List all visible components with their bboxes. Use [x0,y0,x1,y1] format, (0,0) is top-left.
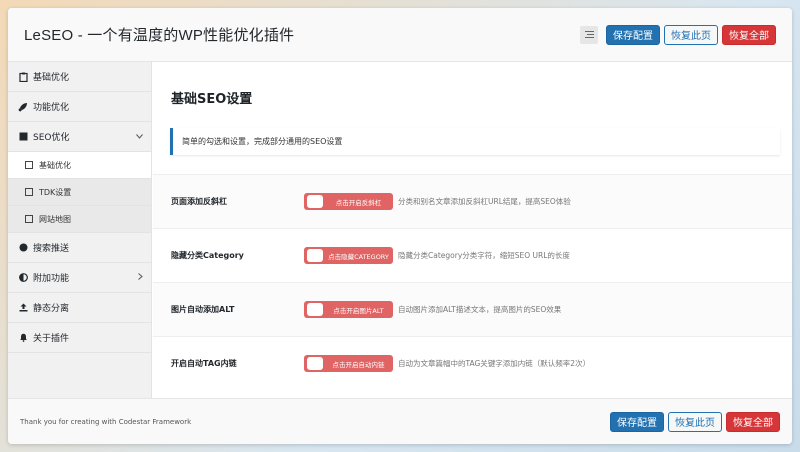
section-title: 基础SEO设置 [171,92,253,107]
sidebar-item-label: 关于插件 [33,334,70,344]
clipboard-icon [18,72,28,82]
sidebar-item-label: 基础优化 [33,73,70,83]
sidebar-item-features[interactable]: 功能优化 [8,92,151,122]
reset-page-button[interactable]: 恢复此页 [664,24,718,45]
settings-rows: 页面添加反斜杠 点击开启反斜杠 分类和别名文章添加反斜杠URL结尾，提高SEO体… [153,174,792,390]
settings-panel: LeSEO - 一个有温度的WP性能优化插件 保存配置 恢复此页 恢复全部 基础… [8,8,792,444]
list-icon [584,31,594,38]
setting-label: 开启自动TAG内链 [171,359,237,368]
setting-label: 页面添加反斜杠 [171,197,227,206]
setting-description: 自动为文章篇幅中的TAG关键字添加内链（默认频率2次） [398,359,591,368]
toggle-knob [307,249,323,262]
app-title: LeSEO - 一个有温度的WP性能优化插件 [24,27,295,44]
notice: 简单的勾选和设置，完成部分通用的SEO设置 [170,128,780,155]
setting-label: 隐藏分类Category [171,251,244,260]
checkbox-square-icon [25,188,33,196]
setting-row-image-alt: 图片自动添加ALT 点击开启图片ALT 自动图片添加ALT描述文本，提高图片的S… [153,282,792,336]
footer: Thank you for creating with Codestar Fra… [8,398,792,444]
sidebar-item-about[interactable]: 关于插件 [8,323,151,353]
sidebar-item-label: 静态分离 [33,304,70,314]
circle-icon [18,243,28,253]
setting-description: 自动图片添加ALT描述文本，提高图片的SEO效果 [398,305,562,314]
sidebar-subitem-sitemap[interactable]: 网站地图 [8,206,151,233]
bell-icon [18,333,28,343]
header-actions: 保存配置 恢复此页 恢复全部 [580,24,776,45]
sidebar-subitem-tdk[interactable]: TDK设置 [8,179,151,206]
setting-row-hide-category: 隐藏分类Category 点击隐藏CATEGORY 隐藏分类Category分类… [153,228,792,282]
sidebar-item-label: SEO优化 [33,133,70,143]
footer-reset-page-button[interactable]: 恢复此页 [668,411,722,432]
setting-label: 图片自动添加ALT [171,305,235,314]
sidebar-item-label: 功能优化 [33,103,70,113]
sidebar-subitem-basic-seo[interactable]: 基础优化 [8,152,151,179]
footer-save-button[interactable]: 保存配置 [610,411,664,432]
setting-description: 分类和别名文章添加反斜杠URL结尾，提高SEO体验 [398,197,571,206]
expand-all-button[interactable] [580,25,598,44]
toggle-text: 点击开启自动内链 [332,360,385,369]
half-circle-icon [18,273,28,283]
toggle-text: 点击开启图片ALT [333,306,384,315]
sidebar: 基础优化 功能优化 SEO优化 基础优化 TDK设置 网站地图 搜索推送 附加功… [8,62,152,398]
setting-row-trailing-slash: 页面添加反斜杠 点击开启反斜杠 分类和别名文章添加反斜杠URL结尾，提高SEO体… [153,174,792,228]
save-button[interactable]: 保存配置 [606,24,660,45]
upload-icon [18,303,28,313]
header: LeSEO - 一个有温度的WP性能优化插件 保存配置 恢复此页 恢复全部 [8,8,792,62]
hide-category-toggle[interactable]: 点击隐藏CATEGORY [304,247,393,264]
toggle-text: 点击隐藏CATEGORY [328,252,389,261]
chevron-down-icon [136,132,143,141]
sidebar-item-push[interactable]: 搜索推送 [8,233,151,263]
square-icon [18,132,28,142]
sidebar-item-static[interactable]: 静态分离 [8,293,151,323]
sidebar-item-label: 搜索推送 [33,244,70,254]
footer-actions: 保存配置 恢复此页 恢复全部 [610,411,780,432]
sidebar-subitem-label: 基础优化 [39,160,71,170]
toggle-knob [307,195,323,208]
checkbox-square-icon [25,215,33,223]
tag-links-toggle[interactable]: 点击开启自动内链 [304,355,393,372]
setting-description: 隐藏分类Category分类字符，缩短SEO URL的长度 [398,251,570,260]
sidebar-subitem-label: TDK设置 [39,187,72,197]
checkbox-square-icon [25,161,33,169]
main-content: 基础SEO设置 简单的勾选和设置，完成部分通用的SEO设置 页面添加反斜杠 点击… [153,62,792,398]
sidebar-item-basic[interactable]: 基础优化 [8,62,151,92]
sidebar-item-extras[interactable]: 附加功能 [8,263,151,293]
footer-reset-all-button[interactable]: 恢复全部 [726,411,780,432]
footer-credit: Thank you for creating with Codestar Fra… [20,417,192,426]
toggle-knob [307,357,323,370]
trailing-slash-toggle[interactable]: 点击开启反斜杠 [304,193,393,210]
sidebar-item-seo[interactable]: SEO优化 [8,122,151,152]
sidebar-subitem-label: 网站地图 [39,214,71,224]
chevron-right-icon [138,273,143,282]
sidebar-item-label: 附加功能 [33,274,70,284]
toggle-knob [307,303,323,316]
setting-row-tag-links: 开启自动TAG内链 点击开启自动内链 自动为文章篇幅中的TAG关键字添加内链（默… [153,336,792,390]
rocket-icon [18,102,28,112]
reset-all-button[interactable]: 恢复全部 [722,24,776,45]
toggle-text: 点击开启反斜杠 [335,198,382,207]
image-alt-toggle[interactable]: 点击开启图片ALT [304,301,393,318]
